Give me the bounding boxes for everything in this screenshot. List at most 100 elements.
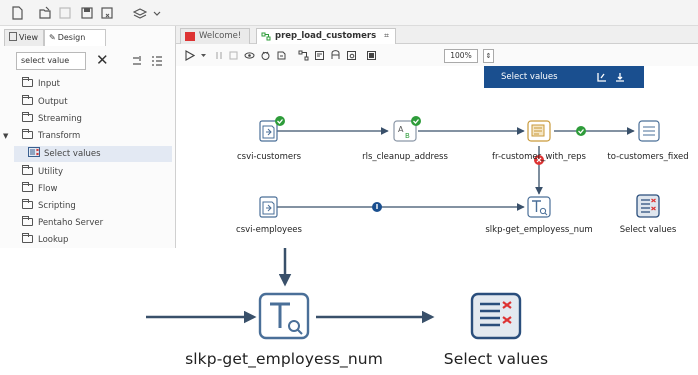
preview-icon[interactable] bbox=[244, 50, 255, 61]
tree-item-scripting[interactable]: Scripting bbox=[22, 198, 76, 214]
folder-icon bbox=[22, 165, 33, 175]
tree-item-input-label: Input bbox=[38, 79, 61, 89]
grid-view-icon[interactable] bbox=[366, 50, 377, 61]
tree-item-streaming-label: Streaming bbox=[38, 114, 82, 124]
zoom-step-slkp-icon bbox=[258, 292, 310, 340]
transformation-toolbar: 100% ⇕ bbox=[176, 44, 698, 66]
tab-design-label: Design bbox=[57, 33, 86, 42]
replay-icon[interactable] bbox=[276, 50, 287, 61]
zoom-level-select[interactable]: 100% bbox=[444, 49, 478, 63]
layers-dropdown-icon[interactable] bbox=[133, 6, 147, 20]
expand-arrow-icon[interactable]: ▼ bbox=[3, 132, 8, 140]
debug-icon[interactable] bbox=[260, 50, 271, 61]
expand-all-icon[interactable] bbox=[150, 54, 164, 68]
spoon-window: View ✎ Design select value ✕ Input Output… bbox=[0, 0, 698, 375]
run-dropdown-icon[interactable] bbox=[198, 50, 209, 61]
chevron-down-icon[interactable] bbox=[150, 6, 164, 20]
run-icon[interactable] bbox=[184, 50, 195, 61]
svg-text:B: B bbox=[405, 132, 410, 140]
tab-view-label: View bbox=[19, 33, 38, 42]
step-slkp-get-employess-num-icon[interactable] bbox=[527, 196, 551, 218]
folder-icon bbox=[22, 95, 33, 105]
step-output-fields-icon[interactable] bbox=[614, 71, 626, 83]
step-label-csvi-employees: csvi-employees bbox=[236, 225, 302, 235]
tree-item-streaming[interactable]: Streaming bbox=[22, 111, 82, 127]
pencil-icon: ✎ bbox=[49, 33, 56, 42]
step-select-values-icon[interactable] bbox=[636, 194, 660, 218]
tab-design[interactable]: ✎ Design bbox=[44, 29, 106, 46]
stop-icon[interactable] bbox=[228, 50, 239, 61]
editor-tabbar: Welcome! prep_load_customers ⌗ bbox=[176, 26, 698, 44]
verify-icon[interactable] bbox=[298, 50, 309, 61]
tree-item-pentaho-server[interactable]: Pentaho Server bbox=[22, 215, 103, 231]
tree-item-output-label: Output bbox=[38, 97, 68, 107]
welcome-icon bbox=[185, 32, 195, 41]
step-label-select-values: Select values bbox=[619, 225, 677, 235]
tree-item-select-values-label: Select values bbox=[44, 149, 101, 159]
close-tab-icon[interactable]: ⌗ bbox=[384, 31, 389, 41]
collapse-all-icon[interactable] bbox=[130, 54, 144, 68]
folder-icon bbox=[22, 233, 33, 243]
step-input-fields-icon[interactable] bbox=[596, 71, 608, 83]
tree-item-scripting-label: Scripting bbox=[38, 201, 76, 211]
tab-welcome[interactable]: Welcome! bbox=[180, 28, 250, 44]
view-tab-icon bbox=[9, 32, 17, 41]
tree-item-lookup-label: Lookup bbox=[38, 235, 69, 245]
folder-icon bbox=[22, 216, 33, 226]
tree-item-lookup[interactable]: Lookup bbox=[22, 232, 68, 248]
open-file-icon[interactable] bbox=[38, 6, 52, 20]
svg-text:A: A bbox=[398, 125, 404, 134]
zoom-label-select-values: Select values bbox=[443, 350, 549, 368]
explore-db-icon[interactable] bbox=[346, 50, 357, 61]
hop-ok-icon bbox=[576, 126, 586, 136]
tree-item-utility[interactable]: Utility bbox=[22, 164, 63, 180]
step-hover-title: Select values bbox=[501, 72, 558, 82]
step-label-csvi-customers: csvi-customers bbox=[236, 152, 302, 162]
tree-item-output[interactable]: Output bbox=[22, 94, 68, 110]
explore-icon[interactable] bbox=[58, 6, 72, 20]
pause-icon[interactable] bbox=[214, 50, 225, 61]
zoom-spinner-icon[interactable]: ⇕ bbox=[483, 49, 494, 63]
step-csvi-customers-icon[interactable] bbox=[259, 116, 285, 142]
folder-icon bbox=[22, 182, 33, 192]
tree-item-flow-label: Flow bbox=[38, 184, 58, 194]
tree-item-utility-label: Utility bbox=[38, 167, 64, 177]
step-label-to-customers-fixed: to-customers_fixed bbox=[607, 152, 689, 162]
tab-prep-load-customers[interactable]: prep_load_customers ⌗ bbox=[256, 28, 396, 44]
tab-view[interactable]: View bbox=[4, 29, 44, 46]
tree-item-flow[interactable]: Flow bbox=[22, 181, 57, 197]
impact-icon[interactable] bbox=[314, 50, 325, 61]
design-panel: View ✎ Design select value ✕ Input Output… bbox=[0, 26, 176, 248]
select-values-icon bbox=[28, 147, 40, 157]
tree-item-transform-label: Transform bbox=[38, 131, 81, 141]
transformation-icon bbox=[261, 32, 271, 41]
tab-welcome-label: Welcome! bbox=[199, 31, 242, 41]
step-rls-cleanup-address-icon[interactable]: AB bbox=[393, 116, 421, 142]
save-as-icon[interactable] bbox=[100, 6, 114, 20]
step-label-fr-customer-with-reps: fr-customer_with_reps bbox=[492, 152, 586, 162]
folder-icon bbox=[22, 199, 33, 209]
steps-search-input[interactable]: select value bbox=[16, 52, 86, 70]
zoom-label-slkp-get-employess-num: slkp-get_employess_num bbox=[185, 350, 383, 368]
step-label-rls-cleanup-address: rls_cleanup_address bbox=[362, 152, 448, 162]
tab-prep-load-customers-label: prep_load_customers bbox=[275, 31, 377, 41]
tree-item-input[interactable]: Input bbox=[22, 76, 60, 92]
step-hover-toolbar: Select values bbox=[484, 66, 644, 88]
main-toolbar bbox=[0, 0, 698, 26]
step-csvi-employees-icon[interactable] bbox=[259, 196, 278, 218]
sql-icon[interactable] bbox=[330, 50, 341, 61]
transformation-canvas[interactable]: AB csvi-customers rls_cleanup_address fr… bbox=[176, 66, 698, 248]
folder-icon bbox=[22, 77, 33, 87]
zoom-step-select-values-icon bbox=[470, 292, 522, 340]
step-fr-customer-with-reps-icon[interactable] bbox=[527, 120, 551, 142]
folder-icon bbox=[22, 112, 33, 122]
save-icon[interactable] bbox=[80, 6, 94, 20]
step-label-slkp-get-employess-num: slkp-get_employess_num bbox=[485, 225, 593, 235]
tree-item-pentaho-server-label: Pentaho Server bbox=[38, 218, 104, 228]
new-file-icon[interactable] bbox=[10, 6, 24, 20]
step-to-customers-fixed-icon[interactable] bbox=[638, 120, 660, 142]
clear-search-icon[interactable]: ✕ bbox=[96, 50, 109, 70]
folder-icon bbox=[22, 129, 33, 139]
tree-item-transform[interactable]: Transform bbox=[22, 128, 80, 144]
tree-item-select-values[interactable]: Select values bbox=[14, 146, 172, 162]
